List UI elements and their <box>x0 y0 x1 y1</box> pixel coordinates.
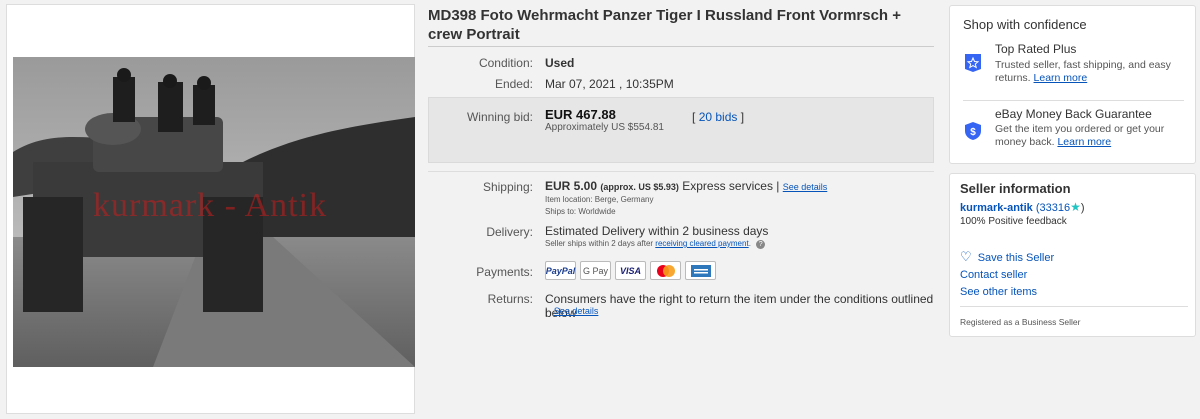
delivery-note: Seller ships within 2 days after <box>545 239 654 248</box>
cleared-payment-link[interactable]: receiving cleared payment <box>655 239 748 248</box>
bids-bracket-close: ] <box>740 110 745 124</box>
top-rated-learn-more[interactable]: Learn more <box>1034 72 1088 84</box>
winning-bid-value: EUR 467.88 <box>545 107 616 122</box>
top-rated-desc-block: Trusted seller, fast shipping, and easy … <box>995 59 1185 85</box>
shipping-service: Express services | <box>682 179 780 193</box>
delivery-value: Estimated Delivery within 2 business day… <box>545 224 769 238</box>
top-rated-badge-icon <box>964 53 982 73</box>
amex-icon <box>685 261 716 280</box>
paypal-icon: PayPal <box>545 261 576 280</box>
item-photo[interactable]: kurmark - Antik <box>13 57 415 367</box>
seller-heading: Seller information <box>960 181 1071 196</box>
mastercard-icon <box>650 261 681 280</box>
ended-label: Ended: <box>494 77 533 91</box>
item-image-panel: kurmark - Antik <box>6 4 415 414</box>
positive-feedback: 100% Positive feedback <box>960 216 1067 227</box>
seller-name-link[interactable]: kurmark-antik <box>960 202 1033 214</box>
payments-label: Payments: <box>476 265 533 279</box>
bids-bracket-open: [ <box>692 110 696 124</box>
google-pay-icon: G Pay <box>580 261 611 280</box>
contact-seller-link[interactable]: Contact seller <box>960 269 1027 281</box>
business-seller-note: Registered as a Business Seller <box>960 317 1081 327</box>
confidence-heading: Shop with confidence <box>963 17 1087 32</box>
shipping-label: Shipping: <box>482 180 533 194</box>
listing-title: MD398 Foto Wehrmacht Panzer Tiger I Russ… <box>428 7 902 43</box>
returns-details-link[interactable]: See details <box>554 306 599 316</box>
seller-name-row: kurmark-antik (33316★) <box>960 200 1085 214</box>
money-back-shield-icon: $ <box>964 121 982 141</box>
save-seller-row[interactable]: ♡ Save this Seller <box>960 249 1054 265</box>
returns-details-row: | See details <box>545 306 598 316</box>
feedback-score-close: ) <box>1080 202 1085 214</box>
mbg-title: eBay Money Back Guarantee <box>995 107 1152 121</box>
ships-to: Ships to: Worldwide <box>545 207 616 216</box>
approx-value: Approximately US $554.81 <box>545 122 664 133</box>
returns-bar: | <box>545 306 548 316</box>
delivery-note-end: . <box>748 239 751 248</box>
see-other-items-link[interactable]: See other items <box>960 286 1037 298</box>
save-seller-link[interactable]: Save this Seller <box>978 252 1054 264</box>
bids-count: [ 20 bids ] <box>692 110 744 124</box>
shipping-cost: EUR 5.00 <box>545 179 598 193</box>
winning-bid-box <box>428 97 934 163</box>
visa-icon: VISA <box>615 261 646 280</box>
item-location: Item location: Berge, Germany <box>545 195 654 204</box>
winning-bid-label: Winning bid: <box>466 110 533 124</box>
mbg-desc-block: Get the item you ordered or get your mon… <box>995 123 1185 149</box>
svg-text:$: $ <box>970 127 976 138</box>
shop-with-confidence-card: Shop with confidence Top Rated Plus Trus… <box>949 5 1196 164</box>
mbg-learn-more[interactable]: Learn more <box>1057 136 1111 148</box>
returns-value: Consumers have the right to return the i… <box>545 292 934 320</box>
heart-icon: ♡ <box>960 249 972 264</box>
payment-methods: PayPal G Pay VISA <box>545 261 716 280</box>
shipping-details-link[interactable]: See details <box>783 182 828 192</box>
shipping-approx: (approx. US $5.93) <box>600 182 679 192</box>
delivery-note-row: Seller ships within 2 days after receivi… <box>545 239 766 249</box>
feedback-star-icon: ★ <box>1070 200 1081 214</box>
delivery-label: Delivery: <box>486 225 533 239</box>
seller-divider <box>960 306 1188 307</box>
section-divider <box>428 171 934 172</box>
condition-value: Used <box>545 56 575 70</box>
feedback-score-link[interactable]: (33316 <box>1036 202 1070 214</box>
returns-label: Returns: <box>487 292 533 306</box>
top-rated-title: Top Rated Plus <box>995 42 1077 56</box>
title-divider <box>428 46 934 47</box>
condition-label: Condition: <box>478 56 533 70</box>
confidence-divider <box>963 100 1184 101</box>
seller-information-card: Seller information kurmark-antik (33316★… <box>949 173 1196 337</box>
photo-watermark: kurmark - Antik <box>93 187 328 224</box>
ended-value: Mar 07, 2021 , 10:35PM <box>545 77 674 91</box>
shipping-row: EUR 5.00 (approx. US $5.93) Express serv… <box>545 179 827 193</box>
help-icon[interactable]: ? <box>756 240 766 249</box>
bids-link[interactable]: 20 bids <box>699 110 738 124</box>
